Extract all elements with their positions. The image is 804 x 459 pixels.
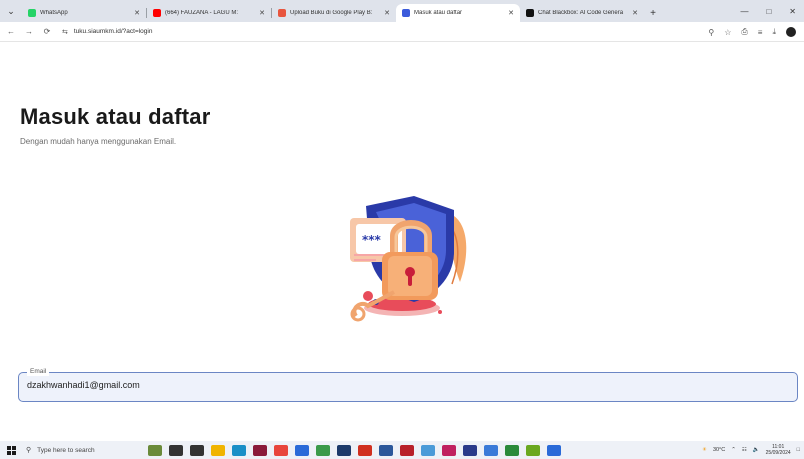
tab[interactable]: WhatsApp ✕ (22, 4, 146, 22)
svg-text:***: *** (362, 233, 382, 247)
taskbar: ⚲ Type here to search ☀ 30°C ⌃ ☷ 🔈 11:01… (0, 441, 804, 459)
tab[interactable]: Chat Blackbox: AI Code Genera ✕ (520, 4, 644, 22)
tab-favicon-icon (402, 9, 410, 17)
word-icon[interactable] (378, 444, 393, 456)
padlock-shield-icon: *** (350, 196, 467, 322)
windows-icon (6, 445, 16, 455)
site-info-icon[interactable]: ⇆ (62, 28, 68, 36)
forward-icon[interactable]: → (22, 27, 36, 36)
search-placeholder: Type here to search (37, 446, 95, 454)
weather-text[interactable]: 30°C (713, 447, 725, 453)
pen-icon[interactable] (462, 444, 477, 456)
edge-icon[interactable] (231, 444, 246, 456)
address-row: ← → ⟳ ⇆ tuku.siaumkm.id/?act=login ⚲ ☆ ⎙… (0, 22, 804, 42)
taskbar-search[interactable]: ⚲ Type here to search (22, 443, 144, 457)
tab-title: Masuk atau daftar (414, 10, 463, 16)
tab-close-icon[interactable]: ✕ (134, 9, 140, 17)
paint-icon[interactable] (315, 444, 330, 456)
app-icon-3[interactable] (483, 444, 498, 456)
store-icon[interactable] (294, 444, 309, 456)
tab-close-icon[interactable]: ✕ (508, 9, 514, 17)
tab-list: WhatsApp ✕ (664) FAUZANA - LAGU M: ✕ Upload … (22, 4, 644, 22)
tray-arrow-icon[interactable]: ⌃ (731, 447, 736, 453)
email-label: Email (27, 367, 50, 376)
acrobat-icon[interactable] (357, 444, 372, 456)
page-subtitle: Dengan mudah hanya menggunakan Email. (20, 137, 177, 146)
download-icon[interactable]: ⤓ (772, 27, 776, 37)
file-explorer-icon[interactable] (210, 444, 225, 456)
reload-icon[interactable]: ⟳ (40, 27, 54, 36)
weather-icon[interactable]: ☀ (702, 447, 707, 453)
email-input[interactable] (27, 380, 727, 390)
window-controls: — □ ✕ (740, 0, 804, 22)
notifications-icon[interactable]: □ (797, 447, 800, 453)
zoom-icon[interactable]: ⚲ (708, 28, 714, 37)
search-icon: ⚲ (26, 447, 32, 454)
clock[interactable]: 11:01 25/09/2024 (766, 444, 791, 456)
tab-favicon-icon (153, 9, 161, 17)
app-icon-4[interactable] (504, 444, 519, 456)
media-controls-icon[interactable]: ≡ (758, 28, 763, 37)
start-button[interactable] (0, 445, 22, 455)
tab-title: (664) FAUZANA - LAGU M: (165, 10, 239, 16)
tab-search-button[interactable]: ⌄ (0, 0, 22, 22)
close-icon[interactable]: ✕ (789, 7, 796, 16)
tab-favicon-icon (526, 9, 534, 17)
tab-strip: ⌄ WhatsApp ✕ (664) FAUZANA - LAGU M: ✕ Uploa… (0, 0, 804, 22)
extensions-icon[interactable]: ⎙ (741, 27, 747, 37)
app-icon-2[interactable] (441, 444, 456, 456)
tab[interactable]: (664) FAUZANA - LAGU M: ✕ (147, 4, 271, 22)
volume-icon[interactable]: 🔈 (753, 447, 760, 453)
cortana-icon[interactable] (168, 444, 183, 456)
email-field[interactable]: Email (18, 367, 798, 402)
tab-title: Chat Blackbox: AI Code Genera (538, 10, 624, 16)
network-icon[interactable]: ☷ (742, 447, 747, 453)
clock-date: 25/09/2024 (765, 450, 791, 456)
tab[interactable]: Upload Buku di Google Play B: ✕ (272, 4, 396, 22)
chevron-down-icon: ⌄ (7, 5, 15, 16)
people-icon[interactable] (147, 444, 162, 456)
minimize-icon[interactable]: — (740, 7, 748, 16)
app-icon-6[interactable] (546, 444, 561, 456)
tab-favicon-icon (28, 9, 36, 17)
back-icon[interactable]: ← (4, 27, 18, 36)
task-view-icon[interactable] (189, 444, 204, 456)
toolbar-actions: ⚲ ☆ ⎙ ≡ ⤓ (708, 22, 796, 42)
tab-title: Upload Buku di Google Play B: (290, 10, 373, 16)
tab-title: WhatsApp (40, 10, 68, 16)
app-icon-5[interactable] (525, 444, 540, 456)
tab-close-icon[interactable]: ✕ (384, 9, 390, 17)
media-icon[interactable] (252, 444, 267, 456)
app-icon[interactable] (420, 444, 435, 456)
address-bar[interactable]: ⇆ tuku.siaumkm.id/?act=login (62, 25, 682, 39)
tab-close-icon[interactable]: ✕ (632, 9, 638, 17)
page-title: Masuk atau daftar (20, 104, 211, 129)
profile-avatar[interactable] (786, 27, 796, 37)
chrome-icon[interactable] (273, 444, 288, 456)
tab[interactable]: Masuk atau daftar ✕ (396, 4, 520, 22)
tab-favicon-icon (278, 9, 286, 17)
filezilla-icon[interactable] (399, 444, 414, 456)
system-tray: ☀ 30°C ⌃ ☷ 🔈 11:01 25/09/2024 □ (702, 441, 800, 459)
photoshop-icon[interactable] (336, 444, 351, 456)
new-tab-button[interactable]: + (644, 4, 662, 22)
taskbar-apps (144, 444, 564, 456)
maximize-icon[interactable]: □ (766, 7, 771, 16)
url-text: tuku.siaumkm.id/?act=login (73, 28, 153, 35)
tab-close-icon[interactable]: ✕ (259, 9, 265, 17)
bookmark-star-icon[interactable]: ☆ (724, 28, 731, 37)
